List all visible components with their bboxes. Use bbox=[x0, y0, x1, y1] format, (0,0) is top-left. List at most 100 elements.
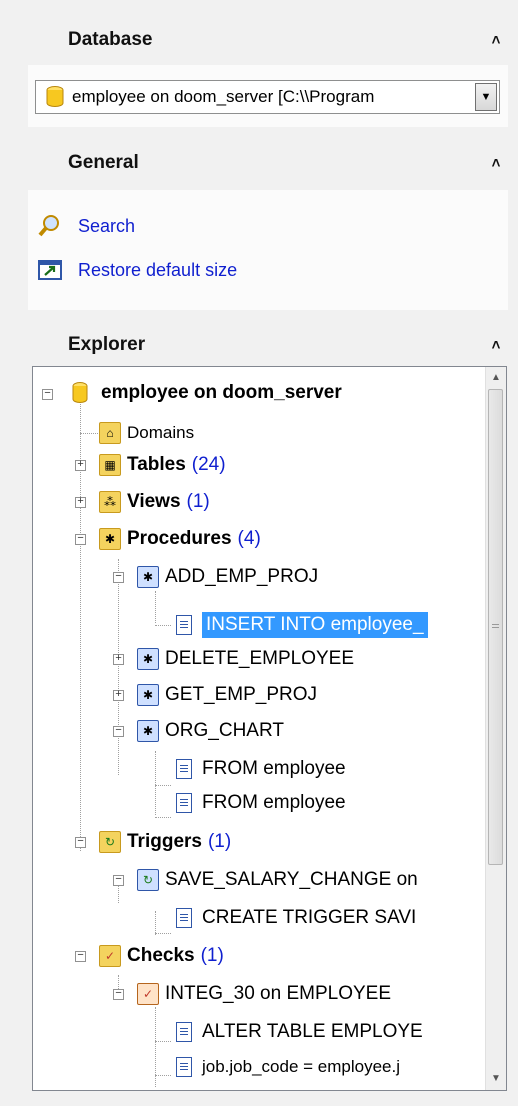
triggers-count: (1) bbox=[207, 831, 232, 852]
from-employee-1-label: FROM employee bbox=[202, 758, 346, 779]
dropdown-arrow-icon[interactable]: ▼ bbox=[475, 83, 497, 111]
views-folder-icon: ⁂ bbox=[99, 491, 121, 513]
tables-count: (24) bbox=[191, 454, 226, 475]
tree-line bbox=[80, 433, 98, 434]
database-collapse-icon[interactable]: ˄ bbox=[484, 33, 508, 48]
get-emp-proj-label: GET_EMP_PROJ bbox=[165, 684, 318, 705]
trigger-icon: ↻ bbox=[137, 869, 159, 891]
search-link[interactable]: Search bbox=[38, 214, 135, 238]
checks-label: Checks bbox=[127, 945, 195, 966]
tree-line bbox=[155, 625, 171, 626]
checks-count: (1) bbox=[200, 945, 224, 966]
scroll-thumb[interactable] bbox=[488, 389, 503, 865]
triggers-folder-icon: ↻ bbox=[99, 831, 121, 853]
expand-views-toggle[interactable]: + bbox=[75, 497, 86, 508]
scroll-up-arrow-icon[interactable]: ▲ bbox=[486, 368, 506, 388]
from-employee-2-label: FROM employee bbox=[202, 792, 346, 813]
create-trigger-label: CREATE TRIGGER SAVI bbox=[202, 907, 417, 928]
collapse-integ-30-toggle[interactable]: − bbox=[113, 989, 124, 1000]
tree-node-org-chart[interactable]: ✱ ORG_CHART bbox=[137, 715, 284, 747]
collapse-checks-toggle[interactable]: − bbox=[75, 951, 86, 962]
document-icon bbox=[176, 1022, 192, 1042]
integ-30-label: INTEG_30 on EMPLOYEE bbox=[165, 983, 391, 1004]
restore-link-label: Restore default size bbox=[78, 259, 238, 280]
tree-node-from-employee-1[interactable]: FROM employee bbox=[173, 753, 346, 785]
delete-employee-label: DELETE_EMPLOYEE bbox=[165, 648, 355, 669]
tree-node-job-code[interactable]: job.job_code = employee.j bbox=[173, 1051, 400, 1083]
database-combo[interactable]: employee on doom_server [C:\\Program ▼ bbox=[35, 80, 500, 114]
insert-into-employee-label: INSERT INTO employee_ bbox=[202, 612, 428, 638]
procedures-count: (4) bbox=[237, 528, 261, 549]
collapse-root-toggle[interactable]: − bbox=[42, 389, 53, 400]
tree-node-procedures[interactable]: ✱ Procedures (4) bbox=[99, 523, 261, 555]
tree-node-delete-employee[interactable]: ✱ DELETE_EMPLOYEE bbox=[137, 643, 354, 675]
tree-node-insert-into-employee[interactable]: INSERT INTO employee_ bbox=[173, 609, 428, 641]
restore-default-size-link[interactable]: Restore default size bbox=[38, 258, 237, 282]
tree-line bbox=[155, 591, 156, 623]
check-icon: ✓ bbox=[137, 983, 159, 1005]
document-icon bbox=[176, 615, 192, 635]
org-chart-label: ORG_CHART bbox=[165, 720, 284, 741]
tree-line bbox=[155, 1041, 171, 1042]
database-icon bbox=[72, 382, 88, 404]
collapse-org-chart-toggle[interactable]: − bbox=[113, 726, 124, 737]
domains-folder-icon: ⌂ bbox=[99, 422, 121, 444]
tree-node-alter-table[interactable]: ALTER TABLE EMPLOYE bbox=[173, 1016, 423, 1048]
tree-node-tables[interactable]: ▦ Tables (24) bbox=[99, 449, 226, 481]
database-section-header[interactable]: Database ˄ bbox=[28, 20, 508, 60]
tree-node-integ-30[interactable]: ✓ INTEG_30 on EMPLOYEE bbox=[137, 978, 391, 1010]
collapse-triggers-toggle[interactable]: − bbox=[75, 837, 86, 848]
tree-node-triggers[interactable]: ↻ Triggers (1) bbox=[99, 826, 231, 858]
add-emp-proj-label: ADD_EMP_PROJ bbox=[165, 566, 319, 587]
expand-get-emp-proj-toggle[interactable]: + bbox=[113, 690, 124, 701]
procedure-icon: ✱ bbox=[137, 720, 159, 742]
tree-node-create-trigger[interactable]: CREATE TRIGGER SAVI bbox=[173, 902, 416, 934]
explorer-section-header[interactable]: Explorer ˄ bbox=[28, 325, 508, 365]
tree-line bbox=[155, 817, 171, 818]
collapse-procedures-toggle[interactable]: − bbox=[75, 534, 86, 545]
document-icon bbox=[176, 793, 192, 813]
general-section-header[interactable]: General ˄ bbox=[28, 143, 508, 183]
procedures-folder-icon: ✱ bbox=[99, 528, 121, 550]
expand-tables-toggle[interactable]: + bbox=[75, 460, 86, 471]
procedure-icon: ✱ bbox=[137, 684, 159, 706]
explorer-header-title: Explorer bbox=[68, 334, 146, 355]
tree-node-save-salary-change[interactable]: ↻ SAVE_SALARY_CHANGE on bbox=[137, 864, 418, 896]
tree-line bbox=[155, 911, 156, 935]
tree-line bbox=[155, 751, 156, 815]
tree-root-node[interactable]: employee on doom_server bbox=[71, 377, 342, 409]
expand-delete-employee-toggle[interactable]: + bbox=[113, 654, 124, 665]
procedure-icon: ✱ bbox=[137, 648, 159, 670]
scroll-down-arrow-icon[interactable]: ▼ bbox=[486, 1069, 506, 1089]
alter-table-label: ALTER TABLE EMPLOYE bbox=[202, 1021, 423, 1042]
search-icon bbox=[38, 215, 59, 237]
database-icon bbox=[46, 86, 64, 108]
tree-root-label: employee on doom_server bbox=[101, 382, 342, 403]
collapse-save-salary-change-toggle[interactable]: − bbox=[113, 875, 124, 886]
tree-line bbox=[155, 1075, 171, 1076]
tree-node-from-employee-2[interactable]: FROM employee bbox=[173, 787, 346, 819]
triggers-label: Triggers bbox=[127, 831, 202, 852]
collapse-add-emp-proj-toggle[interactable]: − bbox=[113, 572, 124, 583]
views-label: Views bbox=[127, 491, 181, 512]
document-icon bbox=[176, 1057, 192, 1077]
checks-folder-icon: ✓ bbox=[99, 945, 121, 967]
tree-node-add-emp-proj[interactable]: ✱ ADD_EMP_PROJ bbox=[137, 561, 318, 593]
tables-label: Tables bbox=[127, 454, 186, 475]
tree-node-views[interactable]: ⁂ Views (1) bbox=[99, 486, 210, 518]
job-code-label: job.job_code = employee.j bbox=[202, 1057, 400, 1076]
general-panel bbox=[28, 190, 508, 310]
tree-node-domains[interactable]: ⌂ Domains bbox=[99, 417, 194, 449]
scroll-grip bbox=[492, 624, 499, 628]
tree-scrollbar[interactable]: ▲ ▼ bbox=[485, 367, 506, 1090]
explorer-collapse-icon[interactable]: ˄ bbox=[484, 338, 508, 353]
general-collapse-icon[interactable]: ˄ bbox=[484, 156, 508, 171]
tree-node-get-emp-proj[interactable]: ✱ GET_EMP_PROJ bbox=[137, 679, 317, 711]
explorer-tree[interactable]: − employee on doom_server ⌂ Domains + ▦ … bbox=[32, 366, 507, 1091]
tree-line bbox=[155, 785, 171, 786]
tree-line bbox=[155, 933, 171, 934]
procedure-icon: ✱ bbox=[137, 566, 159, 588]
tree-node-checks[interactable]: ✓ Checks (1) bbox=[99, 940, 224, 972]
search-link-label: Search bbox=[78, 215, 136, 236]
domains-label: Domains bbox=[127, 423, 195, 442]
